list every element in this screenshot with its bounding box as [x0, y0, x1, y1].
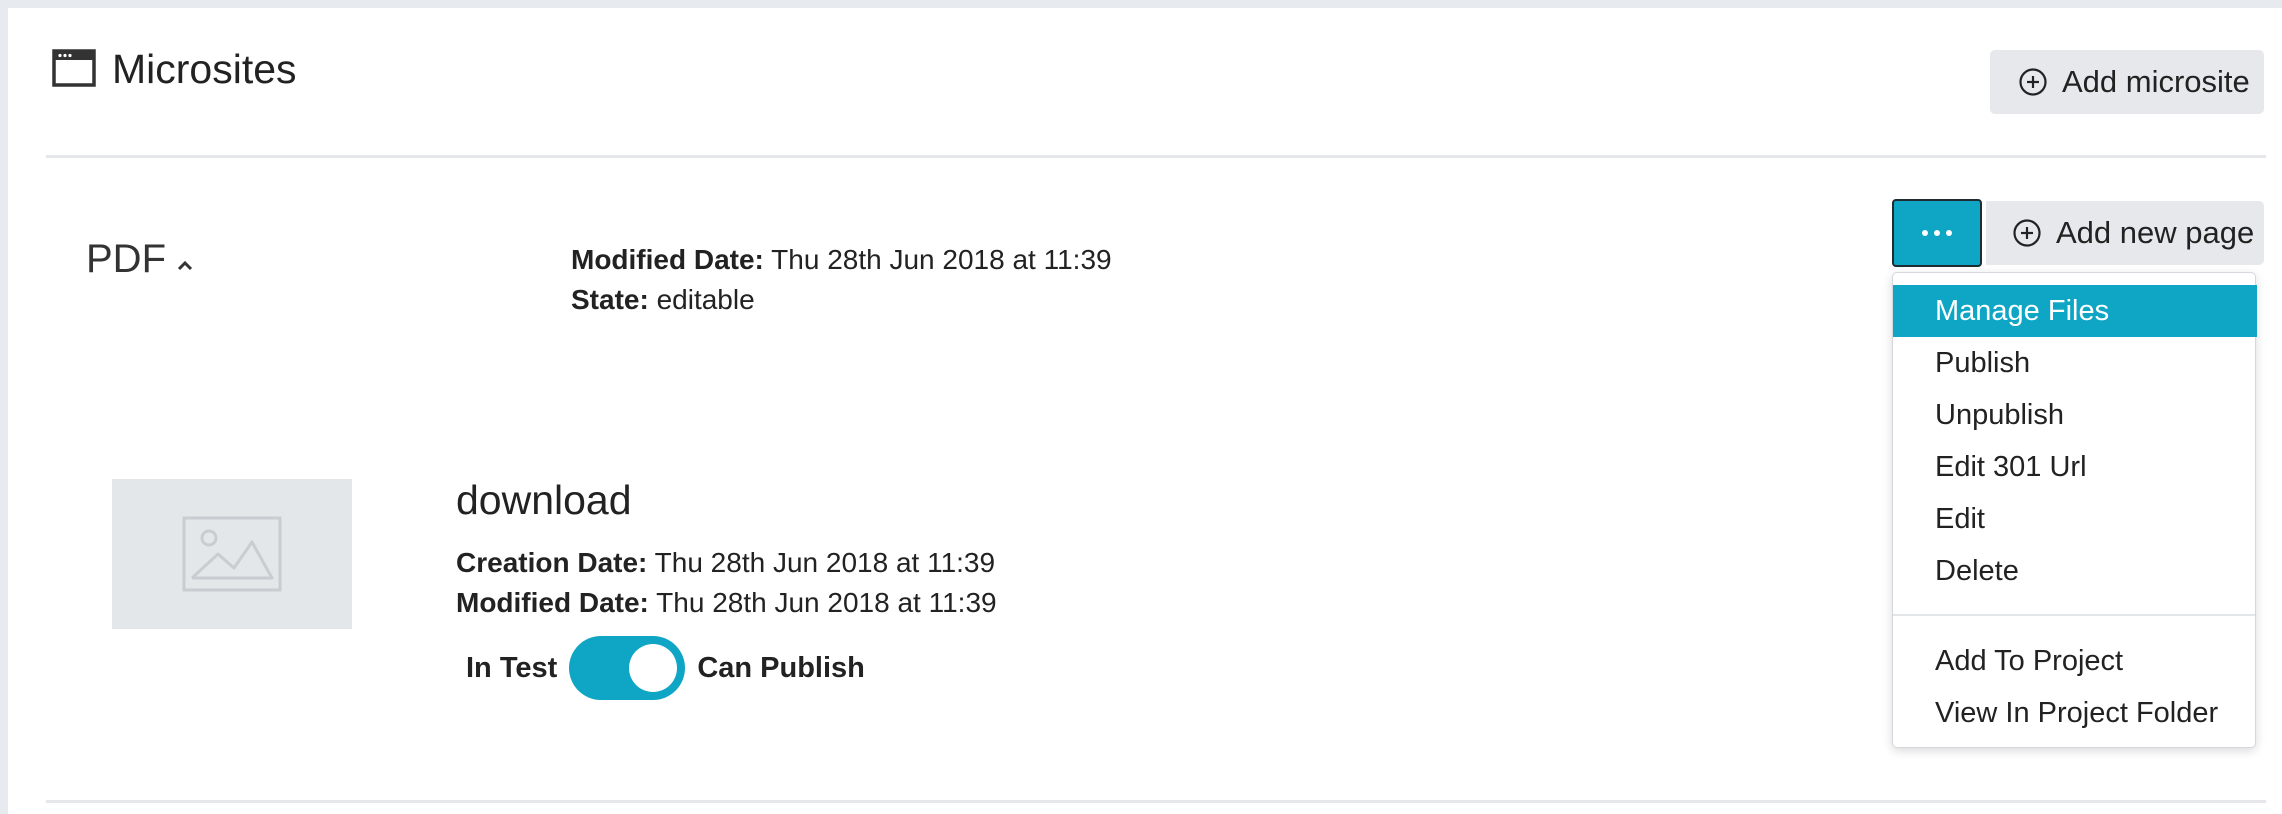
page-modified-date-value: Thu 28th Jun 2018 at 11:39	[656, 587, 997, 618]
menu-item-delete[interactable]: Delete	[1893, 545, 2257, 597]
in-test-label: In Test	[466, 651, 558, 684]
menu-item-edit-301-url[interactable]: Edit 301 Url	[1893, 441, 2257, 493]
state-value: editable	[656, 284, 755, 315]
footer-divider	[46, 800, 2266, 803]
menu-item-add-to-project[interactable]: Add To Project	[1893, 635, 2257, 687]
more-options-button[interactable]	[1892, 199, 1982, 267]
microsite-name: PDF	[86, 237, 166, 281]
chevron-up-icon	[177, 260, 193, 271]
modified-date-value: Thu 28th Jun 2018 at 11:39	[771, 244, 1112, 275]
dot	[1934, 230, 1940, 236]
modified-date-label: Modified Date:	[571, 244, 764, 275]
page-modified-date-label: Modified Date:	[456, 587, 649, 618]
microsite-state-row: State: editable	[571, 280, 1112, 320]
toggle-knob	[629, 644, 678, 692]
plus-circle-icon	[2019, 68, 2047, 96]
can-publish-label: Can Publish	[697, 651, 865, 684]
add-new-page-button[interactable]: Add new page	[1986, 201, 2264, 265]
page-creation-row: Creation Date: Thu 28th Jun 2018 at 11:3…	[456, 543, 997, 583]
plus-circle-icon	[2013, 219, 2041, 247]
page-title: Microsites	[112, 46, 297, 92]
image-placeholder-icon	[182, 516, 282, 592]
add-new-page-label: Add new page	[2056, 215, 2255, 250]
menu-item-manage-files[interactable]: Manage Files	[1893, 285, 2257, 337]
microsite-name-toggle[interactable]: PDF	[86, 234, 194, 284]
menu-item-view-in-project-folder[interactable]: View In Project Folder	[1893, 687, 2257, 739]
page-meta: Creation Date: Thu 28th Jun 2018 at 11:3…	[456, 543, 997, 623]
menu-item-unpublish[interactable]: Unpublish	[1893, 389, 2257, 441]
page-modified-row: Modified Date: Thu 28th Jun 2018 at 11:3…	[456, 583, 997, 623]
top-border	[0, 0, 2282, 8]
dot	[1946, 230, 1952, 236]
menu-item-edit[interactable]: Edit	[1893, 493, 2257, 545]
add-microsite-label: Add microsite	[2062, 64, 2250, 99]
header-divider	[46, 155, 2266, 158]
publish-toggle-row: In Test Can Publish	[466, 636, 865, 700]
left-border	[0, 0, 8, 814]
state-label: State:	[571, 284, 649, 315]
creation-date-label: Creation Date:	[456, 547, 648, 578]
options-dropdown-menu: Manage Files Publish Unpublish Edit 301 …	[1892, 272, 2257, 748]
browser-window-icon	[52, 49, 96, 87]
menu-item-publish[interactable]: Publish	[1893, 337, 2257, 389]
menu-divider	[1893, 614, 2255, 616]
microsite-modified-row: Modified Date: Thu 28th Jun 2018 at 11:3…	[571, 240, 1112, 280]
microsite-meta: Modified Date: Thu 28th Jun 2018 at 11:3…	[571, 240, 1112, 320]
page-thumbnail[interactable]	[112, 479, 352, 629]
creation-date-value: Thu 28th Jun 2018 at 11:39	[654, 547, 996, 578]
publish-toggle[interactable]	[569, 636, 686, 700]
page-name[interactable]: download	[456, 474, 632, 526]
dot	[1922, 230, 1928, 236]
add-microsite-button[interactable]: Add microsite	[1990, 50, 2264, 114]
